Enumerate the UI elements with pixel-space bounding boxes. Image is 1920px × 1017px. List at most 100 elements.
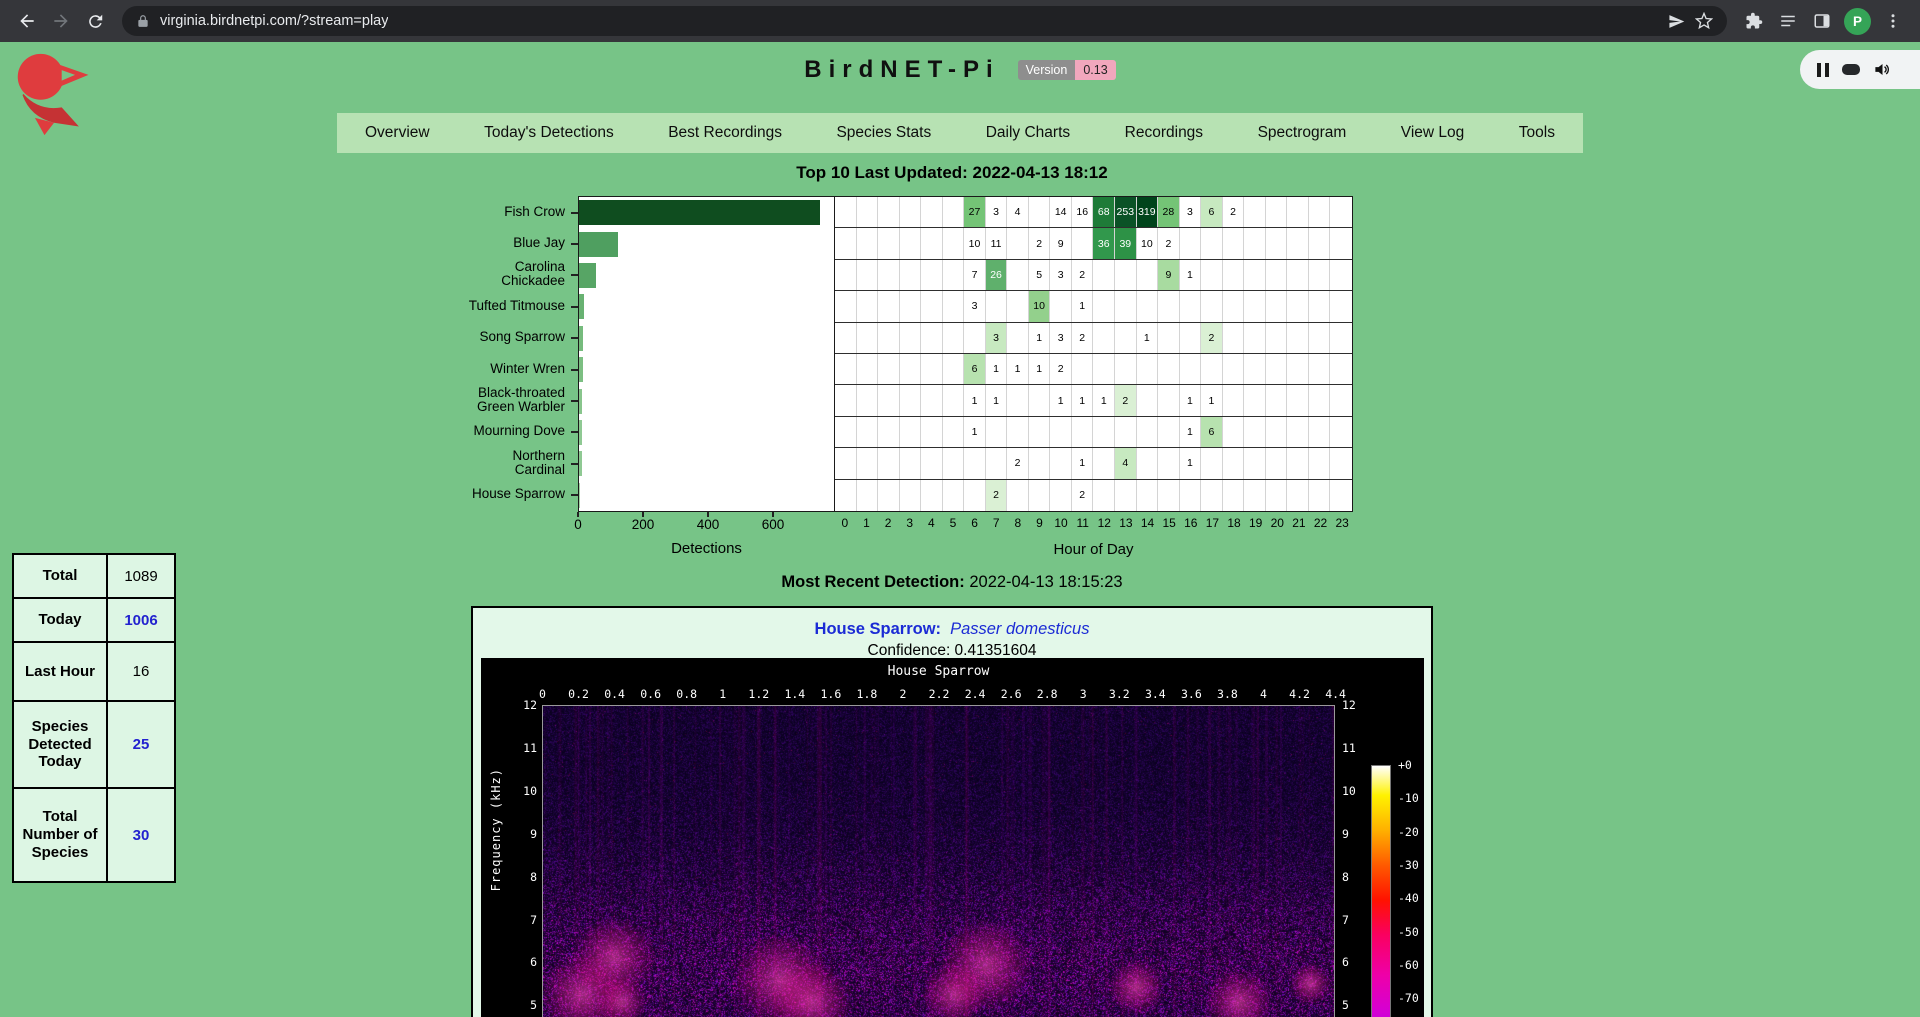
stats-row: Species Detected Today25	[13, 701, 175, 788]
menu-kebab-button[interactable]	[1876, 4, 1910, 38]
stats-value-link[interactable]: 1006	[107, 598, 175, 642]
stats-table: Total1089Today1006Last Hour16Species Det…	[12, 553, 176, 883]
heat-cell	[1266, 197, 1288, 227]
species-label: Song Sparrow	[390, 322, 578, 353]
heat-cell	[1093, 417, 1115, 447]
heat-cell	[943, 291, 965, 321]
heat-cell	[921, 291, 943, 321]
heat-cell	[1158, 480, 1180, 511]
heat-cell	[1266, 260, 1288, 290]
heat-cell	[1244, 385, 1266, 415]
stats-value-link[interactable]: 25	[107, 701, 175, 788]
stats-label: Total Number of Species	[13, 788, 107, 882]
detection-bar	[579, 451, 582, 476]
heat-cell	[1223, 480, 1245, 511]
heat-cell	[1266, 448, 1288, 478]
heat-cell	[964, 448, 986, 478]
spectrogram-y-tick: 6	[530, 955, 537, 969]
nav-item-recordings[interactable]: Recordings	[1125, 124, 1203, 142]
spectrogram-y-tick: 9	[530, 827, 537, 841]
heat-cell	[1309, 197, 1331, 227]
bar-row	[579, 417, 834, 448]
heat-cell	[900, 291, 922, 321]
heat-cell	[835, 448, 857, 478]
spectrogram-x-tick: 1.8	[857, 687, 878, 701]
heat-cell	[1244, 448, 1266, 478]
heat-cell: 4	[1115, 448, 1137, 478]
heat-cell	[943, 417, 965, 447]
heat-cell: 6	[964, 354, 986, 384]
heat-cell	[1223, 448, 1245, 478]
species-label: Winter Wren	[390, 353, 578, 384]
volume-icon[interactable]	[1873, 60, 1892, 79]
heat-cell	[1093, 260, 1115, 290]
detection-bar	[579, 263, 596, 288]
heat-row: 11111211	[835, 385, 1352, 416]
profile-avatar[interactable]: P	[1844, 8, 1871, 35]
address-bar[interactable]: virginia.birdnetpi.com/?stream=play	[122, 6, 1727, 36]
detection-bar	[579, 420, 582, 445]
nav-item-spectrogram[interactable]: Spectrogram	[1258, 124, 1347, 142]
nav-item-daily-charts[interactable]: Daily Charts	[986, 124, 1070, 142]
bookmark-star-icon[interactable]	[1695, 12, 1713, 30]
nav-item-view-log[interactable]: View Log	[1401, 124, 1464, 142]
extensions-button[interactable]	[1737, 4, 1771, 38]
stats-value-link[interactable]: 30	[107, 788, 175, 882]
heat-cell: 253	[1115, 197, 1137, 227]
axis-tick-label: 9	[1036, 516, 1043, 530]
heat-row: 61112	[835, 354, 1352, 385]
nav-item-tools[interactable]: Tools	[1519, 124, 1555, 142]
heat-cell	[1287, 448, 1309, 478]
heat-cell	[900, 197, 922, 227]
heat-cell	[1223, 417, 1245, 447]
heat-cell	[1072, 354, 1094, 384]
back-icon	[17, 11, 37, 31]
forward-button[interactable]	[44, 4, 78, 38]
spectrogram-x-tick: 3.4	[1145, 687, 1166, 701]
refresh-button[interactable]	[78, 4, 112, 38]
scientific-name-link[interactable]: Passer domesticus	[950, 620, 1089, 638]
audio-player[interactable]	[1800, 50, 1920, 89]
recent-detection-panel: House Sparrow:Passer domesticus Confiden…	[471, 606, 1433, 1017]
heat-cell	[835, 417, 857, 447]
heat-cell	[1137, 354, 1159, 384]
side-panel-button[interactable]	[1805, 4, 1839, 38]
heat-cell	[1072, 228, 1094, 258]
spectrogram-x-tick: 2.4	[965, 687, 986, 701]
reading-list-button[interactable]	[1771, 4, 1805, 38]
heat-cell: 2	[1029, 228, 1051, 258]
species-label-text: Mourning Dove	[465, 424, 565, 438]
spectrogram-x-tick: 0	[539, 687, 546, 701]
heat-cell: 3	[986, 197, 1008, 227]
heat-cell: 7	[964, 260, 986, 290]
heat-cell	[1287, 291, 1309, 321]
stats-row: Total Number of Species30	[13, 788, 175, 882]
colorbar-tick-label: +0	[1398, 758, 1412, 772]
heat-cell	[1309, 260, 1331, 290]
axis-tick-label: 21	[1292, 516, 1305, 530]
birdnet-page: BirdNET-Pi Version0.13 OverviewToday's D…	[0, 42, 1920, 1017]
heat-cell	[1201, 260, 1223, 290]
nav-item-best-recordings[interactable]: Best Recordings	[668, 124, 782, 142]
heat-cell	[1287, 417, 1309, 447]
axis-tick-label: 600	[762, 517, 785, 532]
back-button[interactable]	[10, 4, 44, 38]
nav-item-today-s-detections[interactable]: Today's Detections	[484, 124, 614, 142]
heat-cell	[857, 197, 879, 227]
pause-button[interactable]	[1817, 63, 1829, 77]
heat-cell	[1287, 480, 1309, 511]
heat-cell	[1137, 480, 1159, 511]
heat-cell	[1201, 354, 1223, 384]
species-link[interactable]: House Sparrow:	[815, 620, 942, 638]
heat-cell	[943, 228, 965, 258]
heat-cell	[878, 480, 900, 511]
heat-cell: 36	[1093, 228, 1115, 258]
heat-cell: 3	[964, 291, 986, 321]
heat-xlabel: Hour of Day	[834, 541, 1353, 558]
heat-cell	[1309, 291, 1331, 321]
colorbar-tick-label: -40	[1398, 891, 1419, 905]
nav-item-overview[interactable]: Overview	[365, 124, 430, 142]
player-progress[interactable]	[1842, 64, 1860, 75]
share-icon[interactable]	[1668, 13, 1685, 30]
nav-item-species-stats[interactable]: Species Stats	[836, 124, 931, 142]
